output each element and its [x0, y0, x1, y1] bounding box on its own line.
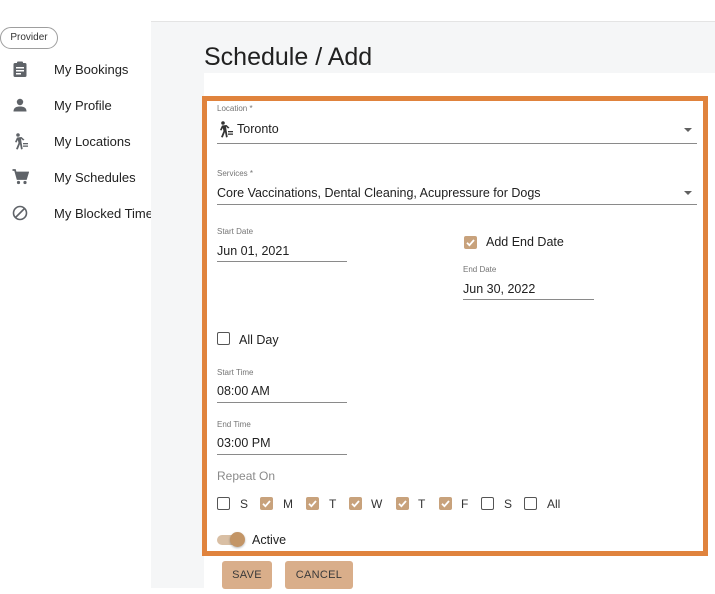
save-button[interactable]: SAVE — [222, 561, 272, 589]
walking-person-icon — [11, 132, 29, 150]
add-end-date-checkbox[interactable] — [464, 236, 477, 249]
sidebar-item-my-profile[interactable]: My Profile — [0, 88, 151, 122]
cancel-button[interactable]: CANCEL — [285, 561, 353, 589]
location-underline — [217, 143, 697, 144]
sidebar-item-label: My Blocked Times — [54, 205, 160, 221]
provider-chip[interactable]: Provider — [0, 27, 58, 49]
services-underline — [217, 204, 697, 205]
end-time-input[interactable]: 03:00 PM — [217, 436, 271, 450]
start-date-label: Start Date — [217, 227, 254, 236]
start-time-input[interactable]: 08:00 AM — [217, 384, 270, 398]
cart-icon — [11, 168, 29, 186]
day-checkbox-friday[interactable] — [439, 497, 452, 510]
location-select-value[interactable]: Toronto — [237, 122, 279, 136]
services-label: Services * — [217, 169, 254, 178]
check-icon — [351, 500, 360, 508]
sidebar-item-my-locations[interactable]: My Locations — [0, 124, 151, 158]
day-checkbox-saturday[interactable] — [481, 497, 494, 510]
location-label: Location * — [217, 104, 253, 113]
start-time-underline — [217, 402, 347, 403]
day-checkbox-sunday[interactable] — [217, 497, 230, 510]
sidebar-item-label: My Schedules — [54, 169, 136, 185]
chevron-down-icon[interactable] — [684, 128, 692, 132]
add-end-date-label: Add End Date — [486, 235, 564, 249]
day-checkbox-thursday[interactable] — [396, 497, 409, 510]
end-time-label: End Time — [217, 420, 251, 429]
start-time-label: Start Time — [217, 368, 254, 377]
check-icon — [441, 500, 450, 508]
form-card — [204, 73, 715, 588]
chevron-down-icon[interactable] — [684, 191, 692, 195]
page-title: Schedule / Add — [204, 43, 373, 71]
all-day-checkbox[interactable] — [217, 332, 230, 345]
end-date-label: End Date — [463, 265, 497, 274]
sidebar-item-label: My Profile — [54, 97, 112, 113]
check-icon — [308, 500, 317, 508]
sidebar-item-my-bookings[interactable]: My Bookings — [0, 52, 151, 86]
start-date-input[interactable]: Jun 01, 2021 — [217, 244, 289, 258]
repeat-on-label: Repeat On — [217, 469, 276, 483]
day-checkbox-monday[interactable] — [260, 497, 273, 510]
day-label-sunday: S — [240, 497, 249, 511]
day-label-friday: F — [461, 497, 469, 511]
end-date-underline — [463, 299, 594, 300]
day-label-tuesday: T — [329, 497, 337, 511]
sidebar-item-my-schedules[interactable]: My Schedules — [0, 160, 151, 194]
day-checkbox-all[interactable] — [524, 497, 537, 510]
sidebar-item-my-blocked-times[interactable]: My Blocked Times — [0, 196, 159, 230]
check-icon — [466, 239, 475, 247]
day-checkbox-wednesday[interactable] — [349, 497, 362, 510]
active-switch-thumb[interactable] — [230, 532, 245, 547]
day-label-saturday: S — [504, 497, 513, 511]
check-icon — [262, 500, 271, 508]
day-label-monday: M — [283, 497, 293, 511]
day-checkbox-tuesday[interactable] — [306, 497, 319, 510]
services-select-value[interactable]: Core Vaccinations, Dental Cleaning, Acup… — [217, 186, 541, 200]
active-label: Active — [252, 533, 287, 547]
start-date-underline — [217, 261, 347, 262]
clipboard-icon — [11, 60, 29, 78]
day-label-thursday: T — [418, 497, 426, 511]
day-label-all: All — [547, 497, 561, 511]
day-label-wednesday: W — [371, 497, 383, 511]
sidebar-item-label: My Bookings — [54, 61, 129, 77]
blocked-icon — [11, 204, 29, 222]
person-icon — [11, 96, 29, 114]
all-day-label: All Day — [239, 333, 279, 347]
check-icon — [398, 500, 407, 508]
sidebar-item-label: My Locations — [54, 133, 131, 149]
end-date-input[interactable]: Jun 30, 2022 — [463, 282, 535, 296]
walking-person-icon — [217, 121, 234, 143]
end-time-underline — [217, 454, 347, 455]
